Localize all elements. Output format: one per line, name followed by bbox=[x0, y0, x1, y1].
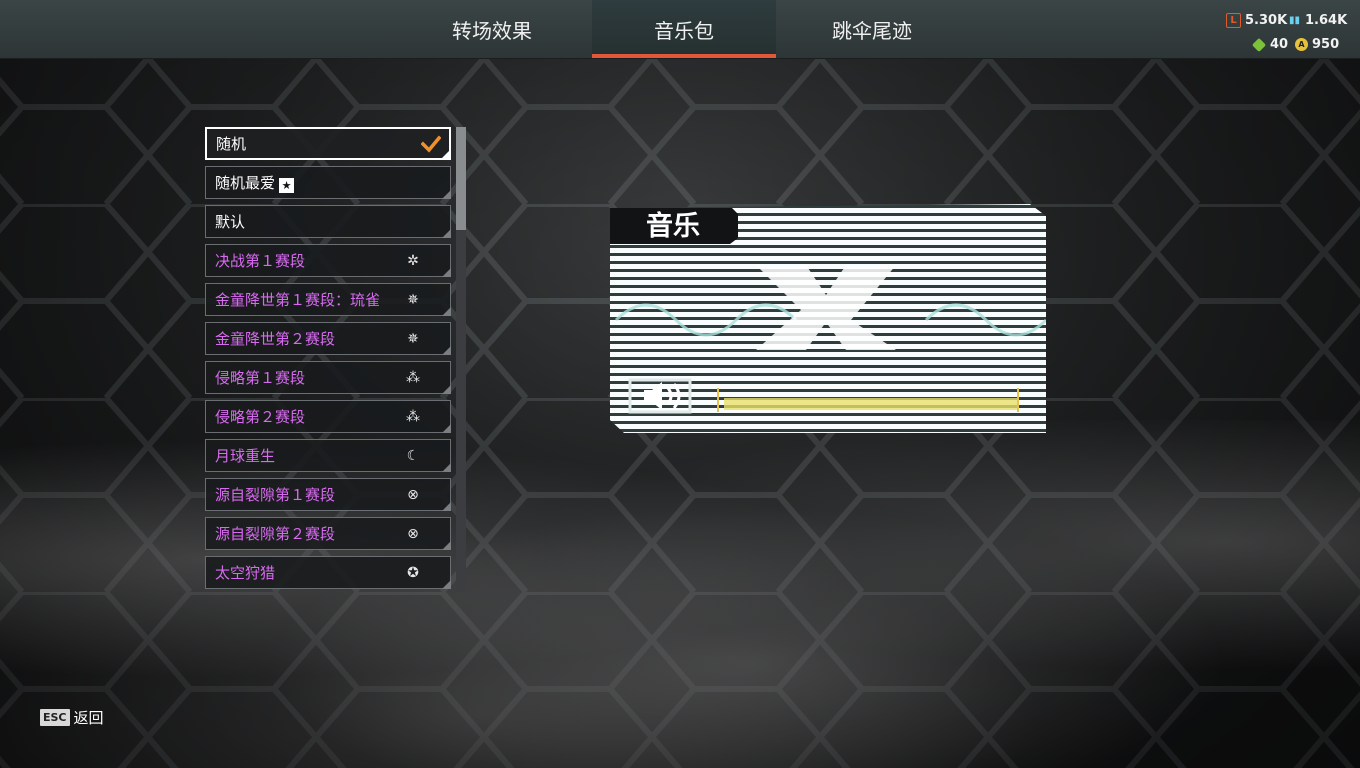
music-preview-card: 音乐 bbox=[606, 200, 1046, 433]
list-item-label: 随机最爱 ★ bbox=[215, 172, 295, 193]
apex-coins-value: 950 bbox=[1312, 37, 1340, 52]
heirloom-shards: 40 bbox=[1251, 37, 1289, 52]
list-item-music-pack[interactable]: 侵略第１赛段 ⁂ bbox=[205, 361, 451, 394]
list-item-music-pack[interactable]: 月球重生 ☾ bbox=[205, 439, 451, 472]
list-item-label: 侵略第１赛段 bbox=[215, 369, 306, 387]
list-item-label: 默认 bbox=[215, 213, 246, 231]
list-item-music-pack[interactable]: 源自裂隙第２赛段 ⊗ bbox=[205, 517, 451, 550]
list-item-music-pack[interactable]: 金童降世第１赛段：琉雀 ✵ bbox=[205, 283, 451, 316]
scrollbar-thumb[interactable] bbox=[456, 127, 466, 230]
list-item-music-pack[interactable]: 金童降世第２赛段 ✵ bbox=[205, 322, 451, 355]
crafting-metals: ▮▮ 1.64K bbox=[1288, 13, 1347, 28]
heirloom-shard-icon bbox=[1251, 37, 1267, 52]
list-item-music-pack[interactable]: 源自裂隙第１赛段 ⊗ bbox=[205, 478, 451, 511]
battlepass-emblem-icon: ⁂ bbox=[406, 370, 420, 386]
list-scrollbar[interactable] bbox=[456, 127, 466, 591]
list-item-music-pack[interactable]: 太空狩猎 ✪ bbox=[205, 556, 451, 589]
crafting-metals-icon: ▮▮ bbox=[1288, 15, 1300, 26]
music-pack-list: 随机 随机最爱 ★ 默认 决战第１赛段 ✲ 金童降世第１赛段：琉雀 ✵ 金童降世第… bbox=[205, 127, 453, 595]
checkmark-icon bbox=[421, 135, 441, 153]
back-button[interactable]: ESC 返回 bbox=[40, 707, 104, 728]
list-item-default[interactable]: 默认 bbox=[205, 205, 451, 238]
tab-skydive-trail[interactable]: 跳伞尾迹 bbox=[786, 0, 958, 58]
list-item-label: 金童降世第２赛段 bbox=[215, 330, 336, 348]
battlepass-emblem-icon: ⊗ bbox=[407, 526, 419, 542]
legend-tokens-value: 5.30K bbox=[1245, 13, 1288, 28]
battlepass-emblem-icon: ✪ bbox=[407, 565, 419, 581]
top-navigation-bar: 转场效果 音乐包 跳伞尾迹 L 5.30K ▮▮ 1.64K 40 A 950 bbox=[0, 0, 1360, 59]
list-item-random-favorites[interactable]: 随机最爱 ★ bbox=[205, 166, 451, 199]
battlepass-emblem-icon: ⊗ bbox=[407, 487, 419, 503]
list-item-label: 源自裂隙第１赛段 bbox=[215, 486, 336, 504]
heirloom-shards-value: 40 bbox=[1270, 37, 1289, 52]
esc-key-icon: ESC bbox=[40, 709, 70, 726]
list-item-label: 随机 bbox=[216, 135, 247, 153]
battlepass-emblem-icon: ✲ bbox=[407, 253, 419, 269]
favorite-star-icon: ★ bbox=[279, 178, 295, 193]
list-item-label: 决战第１赛段 bbox=[215, 252, 306, 270]
list-item-label: 月球重生 bbox=[215, 447, 276, 465]
list-item-music-pack[interactable]: 决战第１赛段 ✲ bbox=[205, 244, 451, 277]
list-item-random[interactable]: 随机 bbox=[205, 127, 451, 160]
speaker-icon bbox=[628, 378, 692, 414]
list-item-label: 金童降世第１赛段：琉雀 bbox=[215, 291, 381, 309]
back-label: 返回 bbox=[73, 709, 104, 727]
legend-token-icon: L bbox=[1226, 13, 1241, 28]
battlepass-emblem-icon: ✵ bbox=[407, 331, 419, 347]
legend-tokens: L 5.30K bbox=[1226, 13, 1287, 28]
battlepass-emblem-icon: ⁂ bbox=[406, 409, 420, 425]
smoke-overlay bbox=[0, 420, 1360, 768]
apex-coins: A 950 bbox=[1295, 37, 1339, 52]
tab-music-pack[interactable]: 音乐包 bbox=[592, 0, 776, 58]
list-item-label: 太空狩猎 bbox=[215, 564, 276, 582]
apex-coin-icon: A bbox=[1295, 38, 1308, 51]
crafting-metals-value: 1.64K bbox=[1305, 13, 1348, 28]
battlepass-emblem-icon: ☾ bbox=[406, 448, 420, 464]
tab-transition-effects[interactable]: 转场效果 bbox=[404, 0, 580, 58]
list-item-music-pack[interactable]: 侵略第２赛段 ⁂ bbox=[205, 400, 451, 433]
preview-title: 音乐 bbox=[646, 211, 700, 242]
list-item-label: 源自裂隙第２赛段 bbox=[215, 525, 336, 543]
list-item-label: 侵略第２赛段 bbox=[215, 408, 306, 426]
battlepass-emblem-icon: ✵ bbox=[407, 292, 419, 308]
